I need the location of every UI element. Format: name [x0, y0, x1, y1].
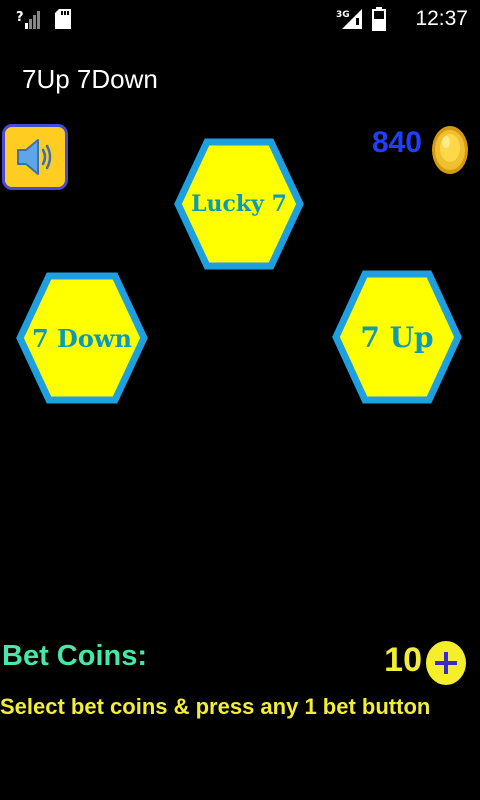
svg-text:3G: 3G — [336, 10, 350, 20]
increase-bet-button[interactable] — [426, 641, 466, 685]
7-up-label: 7 Up — [360, 320, 434, 354]
battery-icon — [372, 7, 386, 31]
coin-balance: 840 — [371, 126, 422, 159]
status-bar: ? 3G 12:37 — [0, 0, 480, 38]
lucky-7-label: Lucky 7 — [191, 191, 287, 217]
gold-coin-icon — [432, 126, 468, 174]
sound-toggle-button[interactable] — [2, 124, 68, 190]
svg-text:?: ? — [16, 10, 24, 25]
7-down-label: 7 Down — [32, 323, 132, 353]
speaker-icon — [17, 139, 52, 175]
sd-card-icon — [55, 9, 71, 29]
app-title: 7Up 7Down — [22, 64, 158, 94]
7-up-bet-button[interactable]: 7 Up — [332, 270, 462, 404]
lucky-7-bet-button[interactable]: Lucky 7 — [174, 138, 304, 270]
bet-coins-label: Bet Coins: — [2, 640, 147, 672]
instruction-text: Select bet coins & press any 1 bet butto… — [0, 694, 431, 719]
status-time: 12:37 — [415, 7, 468, 30]
signal-icon: ? — [16, 10, 40, 29]
bet-coins-value: 10 — [384, 641, 422, 679]
plus-icon — [435, 652, 457, 674]
7-down-bet-button[interactable]: 7 Down — [16, 272, 148, 404]
status-right: 3G 12:37 — [268, 6, 468, 32]
mobile-data-icon: 3G — [336, 9, 362, 29]
